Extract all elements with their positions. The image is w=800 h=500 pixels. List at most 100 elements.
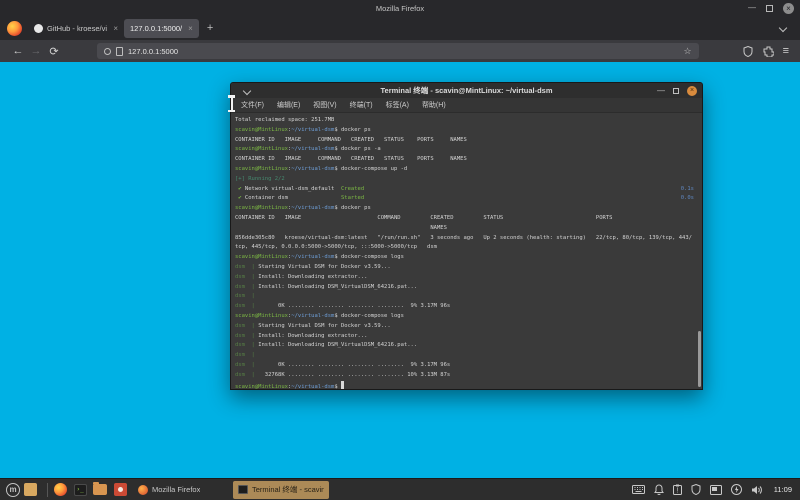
terminal-line: scavin@MintLinux:~/virtual-dsm$ docker-c…: [235, 165, 408, 172]
firewall-shield-icon[interactable]: [691, 484, 701, 495]
forward-button[interactable]: →: [27, 45, 45, 57]
desktop: Mozilla Firefox — × GitHub - kroese/virt…: [0, 0, 800, 500]
terminal-scrollbar[interactable]: [698, 331, 701, 387]
site-info-icon[interactable]: [104, 47, 111, 55]
shield-icon[interactable]: [743, 45, 754, 57]
terminal-line: dsm | Install: Downloading DSM_VirtualDS…: [235, 283, 418, 290]
terminal-icon: ›_: [73, 483, 87, 496]
bookmark-star-icon[interactable]: ☆: [684, 46, 692, 57]
menu-edit[interactable]: 编辑(E): [277, 100, 300, 110]
terminal-line: dsm |: [235, 352, 255, 359]
window-button-label: Terminal 终端 - scavin@Mi...: [252, 485, 324, 494]
tab-label: 127.0.0.1:5000/: [130, 23, 183, 33]
tab-localhost[interactable]: 127.0.0.1:5000/ ×: [124, 18, 199, 38]
reload-button[interactable]: ⟳: [45, 45, 63, 58]
taskbar-window-terminal[interactable]: Terminal 终端 - scavin@Mi...: [233, 480, 329, 499]
terminal-icon: [238, 485, 248, 494]
window-button-label: Mozilla Firefox: [152, 485, 201, 494]
taskbar-separator: [47, 482, 48, 497]
extensions-icon[interactable]: [763, 46, 774, 57]
menu-terminal[interactable]: 终端(T): [350, 100, 373, 110]
maximize-button[interactable]: [766, 4, 773, 12]
terminal-line: scavin@MintLinux:~/virtual-dsm$: [235, 380, 700, 389]
github-icon: [34, 23, 43, 33]
menu-icon[interactable]: ≡: [783, 45, 789, 57]
terminal-line: CONTAINER ID IMAGE COMMAND CREATED STATU…: [235, 136, 467, 143]
tab-close-icon[interactable]: ×: [188, 24, 193, 33]
url-bar[interactable]: 127.0.0.1:5000 ☆: [97, 43, 699, 59]
terminal-line: 0.0s ✔ Container dsm Started: [235, 195, 694, 202]
terminal-line: dsm | Starting Virtual DSM for Docker v3…: [235, 263, 391, 270]
minimize-button[interactable]: —: [748, 4, 756, 12]
terminal-line: Total reclaimed space: 251.7MB: [235, 117, 335, 123]
window-title: Mozilla Firefox: [375, 3, 425, 13]
firefox-icon: [53, 483, 67, 496]
terminal-line: dsm | Install: Downloading DSM_VirtualDS…: [235, 342, 418, 349]
tab-github[interactable]: GitHub - kroese/virtual-dsm ×: [28, 19, 124, 38]
menu-view[interactable]: 视图(V): [313, 100, 336, 110]
terminal-line: 856dde305c80 kroese/virtual-dsm:latest "…: [235, 234, 692, 241]
software-launcher[interactable]: [113, 483, 127, 497]
terminal-menubar: 文件(F) 编辑(E) 视图(V) 终端(T) 标签(A) 帮助(H): [231, 98, 702, 113]
terminal-titlebar[interactable]: Terminal 终端 - scavin@MintLinux: ~/virtua…: [231, 83, 702, 98]
terminal-line: scavin@MintLinux:~/virtual-dsm$ docker p…: [235, 146, 381, 153]
terminal-line: [+] Running 2/2: [235, 175, 285, 182]
terminal-maximize-button[interactable]: [673, 87, 679, 94]
window-menu-chevron-icon[interactable]: [242, 86, 252, 96]
notifications-bell-icon[interactable]: [653, 484, 664, 495]
terminal-minimize-button[interactable]: —: [657, 86, 665, 95]
files-launcher[interactable]: [93, 482, 107, 497]
tab-close-icon[interactable]: ×: [113, 24, 118, 33]
terminal-output[interactable]: Total reclaimed space: 251.7MB scavin@Min…: [231, 113, 702, 389]
terminal-line: dsm | 0K ........ ........ ........ ....…: [235, 303, 451, 310]
firefox-launcher[interactable]: [53, 483, 67, 497]
terminal-line: CONTAINER ID IMAGE COMMAND CREATED STATU…: [235, 156, 467, 163]
new-tab-button[interactable]: +: [207, 22, 213, 34]
menu-tabs[interactable]: 标签(A): [386, 100, 409, 110]
volume-icon[interactable]: [751, 485, 763, 495]
keyboard-icon[interactable]: [631, 485, 645, 494]
terminal-window-controls: — ×: [657, 83, 697, 98]
terminal-line: dsm | Install: Downloading extractor...: [235, 273, 368, 280]
terminal-window: Terminal 终端 - scavin@MintLinux: ~/virtua…: [230, 82, 703, 390]
menu-file[interactable]: 文件(F): [241, 100, 264, 110]
terminal-line: scavin@MintLinux:~/virtual-dsm$ docker-c…: [235, 312, 404, 319]
close-button[interactable]: ×: [783, 2, 794, 14]
update-manager-icon[interactable]: !: [672, 484, 682, 495]
terminal-line: dsm | Install: Downloading extractor...: [235, 332, 368, 339]
firefox-icon: [138, 484, 148, 495]
terminal-line: scavin@MintLinux:~/virtual-dsm$ docker-c…: [235, 254, 404, 261]
terminal-line: scavin@MintLinux:~/virtual-dsm$ docker p…: [235, 205, 371, 212]
terminal-line: CONTAINER ID IMAGE COMMAND CREATED STATU…: [235, 214, 613, 221]
terminal-line: scavin@MintLinux:~/virtual-dsm$ docker p…: [235, 126, 371, 133]
terminal-title: Terminal 终端 - scavin@MintLinux: ~/virtua…: [380, 86, 553, 95]
terminal-line: dsm | 32768K ........ ........ ........ …: [235, 371, 451, 378]
terminal-launcher[interactable]: ›_: [73, 483, 87, 497]
nav-toolbar: ← → ⟳ 127.0.0.1:5000 ☆ ≡: [0, 40, 800, 62]
workspaces-icon[interactable]: [709, 484, 722, 495]
firefox-titlebar[interactable]: Mozilla Firefox — ×: [0, 0, 800, 16]
terminal-line: dsm | 0K ........ ........ ........ ....…: [235, 361, 451, 368]
start-menu-button[interactable]: m: [6, 482, 20, 497]
terminal-line: dsm | Starting Virtual DSM for Docker v3…: [235, 322, 391, 329]
power-manager-icon[interactable]: [730, 484, 742, 495]
svg-text:!: !: [676, 488, 678, 495]
back-button[interactable]: ←: [9, 45, 27, 57]
firefox-icon: [7, 20, 22, 36]
clock[interactable]: 11:09: [774, 485, 792, 494]
list-tabs-button[interactable]: [778, 23, 788, 33]
taskbar-window-firefox[interactable]: Mozilla Firefox: [133, 481, 229, 499]
terminal-line: dsm |: [235, 293, 255, 300]
window-controls: — ×: [748, 0, 794, 16]
url-text[interactable]: 127.0.0.1:5000: [128, 47, 679, 56]
system-tray: ! 11:09: [631, 484, 796, 495]
terminal-close-button[interactable]: ×: [687, 85, 697, 96]
menu-help[interactable]: 帮助(H): [422, 100, 446, 110]
terminal-line: NAMES: [235, 224, 447, 231]
chevron-down-icon: [778, 23, 788, 33]
folder-icon: [93, 482, 107, 495]
software-icon: [113, 483, 127, 496]
toolbar-right: ≡: [743, 45, 789, 57]
show-desktop-button[interactable]: [24, 483, 37, 496]
tab-label: GitHub - kroese/virtual-dsm: [47, 23, 108, 33]
